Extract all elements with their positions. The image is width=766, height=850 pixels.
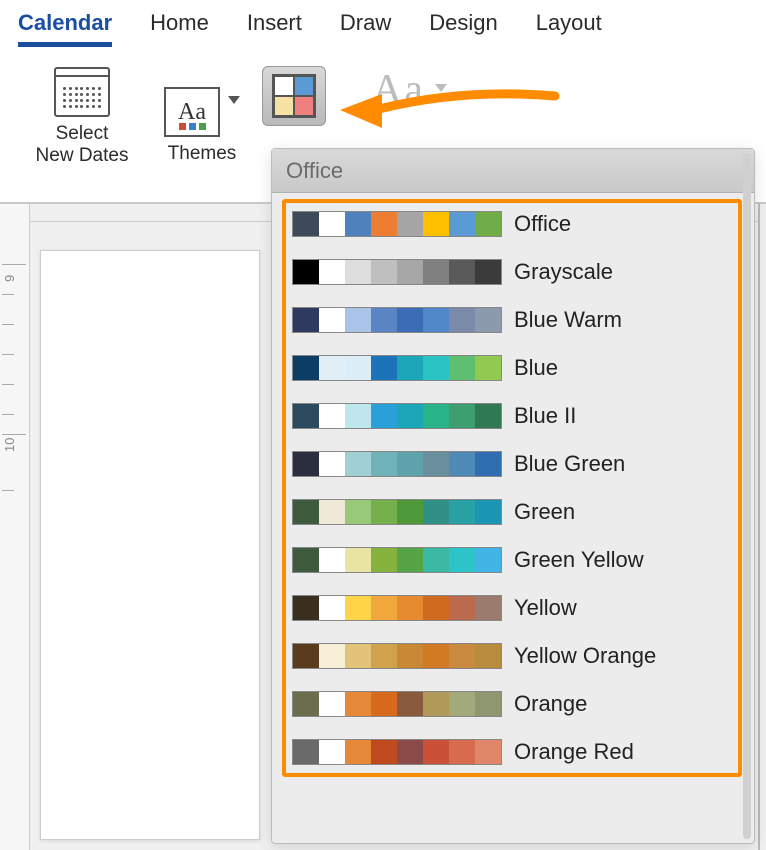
themes-button[interactable]: Aa xyxy=(164,87,220,137)
tab-home[interactable]: Home xyxy=(150,10,209,42)
color-scheme-item[interactable]: Blue xyxy=(292,355,732,381)
color-scheme-label: Orange xyxy=(514,691,587,717)
color-scheme-label: Office xyxy=(514,211,571,237)
themes-aa-icon: Aa xyxy=(178,99,206,126)
color-scheme-item[interactable]: Blue Green xyxy=(292,451,732,477)
color-scheme-label: Green Yellow xyxy=(514,547,644,573)
ruler-vertical: 9 10 xyxy=(0,204,30,850)
color-scheme-item[interactable]: Grayscale xyxy=(292,259,732,285)
color-scheme-swatches xyxy=(292,739,502,765)
scrollbar[interactable] xyxy=(743,153,751,839)
tab-design[interactable]: Design xyxy=(429,10,497,42)
color-scheme-label: Grayscale xyxy=(514,259,613,285)
color-scheme-item[interactable]: Blue Warm xyxy=(292,307,732,333)
color-scheme-item[interactable]: Green xyxy=(292,499,732,525)
color-scheme-swatches xyxy=(292,643,502,669)
color-scheme-label: Blue xyxy=(514,355,558,381)
color-scheme-item[interactable]: Orange xyxy=(292,691,732,717)
color-scheme-swatches xyxy=(292,403,502,429)
select-dates-label-1: Select xyxy=(56,123,109,145)
right-edge xyxy=(758,204,766,850)
color-scheme-label: Blue Green xyxy=(514,451,625,477)
calendar-icon xyxy=(54,67,110,117)
theme-colors-dropdown: Office Office Grayscale Blue Warm Blue Blue … xyxy=(271,148,755,844)
tab-insert[interactable]: Insert xyxy=(247,10,302,42)
chevron-down-icon xyxy=(435,84,447,92)
tab-layout[interactable]: Layout xyxy=(536,10,602,42)
theme-fonts-button[interactable]: Aa xyxy=(372,66,425,114)
color-scheme-item[interactable]: Yellow Orange xyxy=(292,643,732,669)
color-scheme-swatches xyxy=(292,355,502,381)
color-scheme-label: Green xyxy=(514,499,575,525)
color-scheme-label: Blue Warm xyxy=(514,307,622,333)
color-scheme-swatches xyxy=(292,451,502,477)
theme-colors-button[interactable] xyxy=(262,66,326,126)
ribbon-tabs: Calendar Home Insert Draw Design Layout xyxy=(0,0,766,48)
tab-calendar[interactable]: Calendar xyxy=(18,10,112,47)
color-scheme-swatches xyxy=(292,307,502,333)
color-scheme-label: Yellow xyxy=(514,595,577,621)
color-scheme-item[interactable]: Blue II xyxy=(292,403,732,429)
color-scheme-item[interactable]: Office xyxy=(292,211,732,237)
color-scheme-list: Office Grayscale Blue Warm Blue Blue II Blue … xyxy=(282,199,742,777)
fonts-aa-icon: Aa xyxy=(372,67,425,113)
theme-colors-icon xyxy=(272,74,316,118)
color-scheme-item[interactable]: Orange Red xyxy=(292,739,732,765)
color-scheme-swatches xyxy=(292,259,502,285)
themes-label: Themes xyxy=(168,143,237,165)
color-scheme-label: Blue II xyxy=(514,403,576,429)
chevron-down-icon[interactable] xyxy=(228,96,240,104)
color-scheme-label: Orange Red xyxy=(514,739,634,765)
color-scheme-swatches xyxy=(292,691,502,717)
color-scheme-swatches xyxy=(292,595,502,621)
color-scheme-swatches xyxy=(292,211,502,237)
dropdown-section-header: Office xyxy=(272,149,754,193)
color-scheme-item[interactable]: Yellow xyxy=(292,595,732,621)
select-dates-label-2: New Dates xyxy=(36,145,129,167)
tab-draw[interactable]: Draw xyxy=(340,10,391,42)
document-page xyxy=(40,250,260,840)
color-scheme-swatches xyxy=(292,547,502,573)
color-scheme-item[interactable]: Green Yellow xyxy=(292,547,732,573)
color-scheme-swatches xyxy=(292,499,502,525)
color-scheme-label: Yellow Orange xyxy=(514,643,656,669)
select-new-dates-button[interactable]: Select New Dates xyxy=(12,62,152,167)
